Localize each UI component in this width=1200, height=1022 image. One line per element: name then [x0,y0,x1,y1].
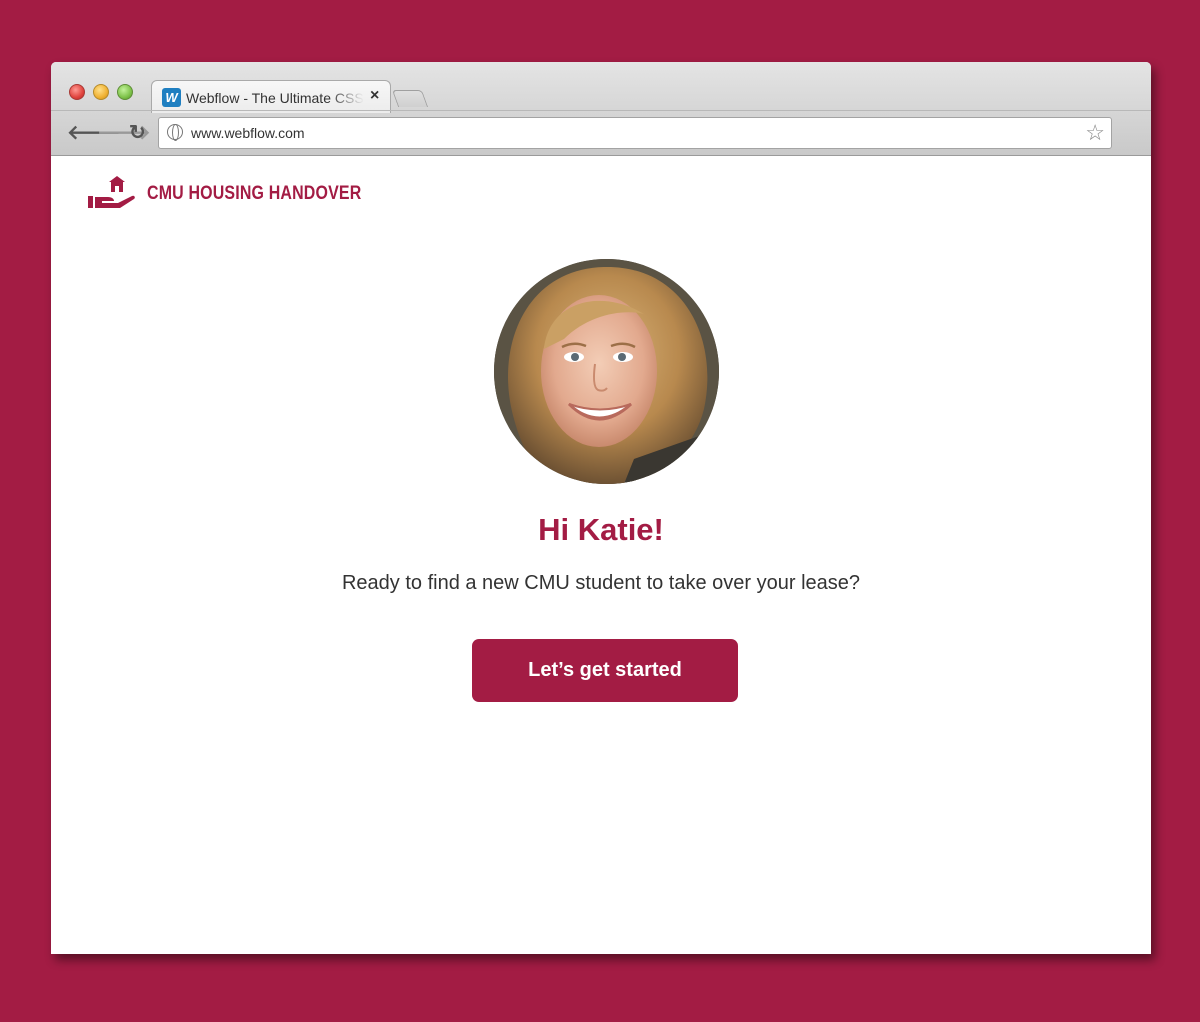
address-bar[interactable]: www.webflow.com ☆ [158,117,1112,149]
new-tab-button[interactable] [391,90,429,107]
tagline-text: Ready to find a new CMU student to take … [341,572,861,594]
hand-house-logo-icon [88,176,135,208]
avatar [494,259,719,484]
close-tab-icon[interactable]: × [370,87,379,105]
tab-title: Webflow - The Ultimate CSS [186,90,364,106]
get-started-button[interactable]: Let’s get started [472,639,738,702]
page-content: CMU HOUSING HANDOVER Hi Katie! Ready to … [51,156,1151,954]
toolbar-divider [51,110,1151,111]
browser-chrome: W Webflow - The Ultimate CSS × 🡐 🡒 ↻ www… [51,62,1151,156]
greeting-heading: Hi Katie! [538,512,664,547]
browser-tab[interactable]: W Webflow - The Ultimate CSS × [151,80,391,113]
url-text: www.webflow.com [191,125,305,141]
close-window-button[interactable] [69,84,85,100]
bookmark-star-icon[interactable]: ☆ [1085,120,1105,146]
user-photo [494,259,719,484]
brand-name[interactable]: CMU HOUSING HANDOVER [147,183,361,205]
browser-window: W Webflow - The Ultimate CSS × 🡐 🡒 ↻ www… [51,62,1151,954]
webflow-favicon-icon: W [162,88,181,107]
globe-icon [167,124,183,141]
reload-icon[interactable]: ↻ [129,121,146,145]
zoom-window-button[interactable] [117,84,133,100]
minimize-window-button[interactable] [93,84,109,100]
